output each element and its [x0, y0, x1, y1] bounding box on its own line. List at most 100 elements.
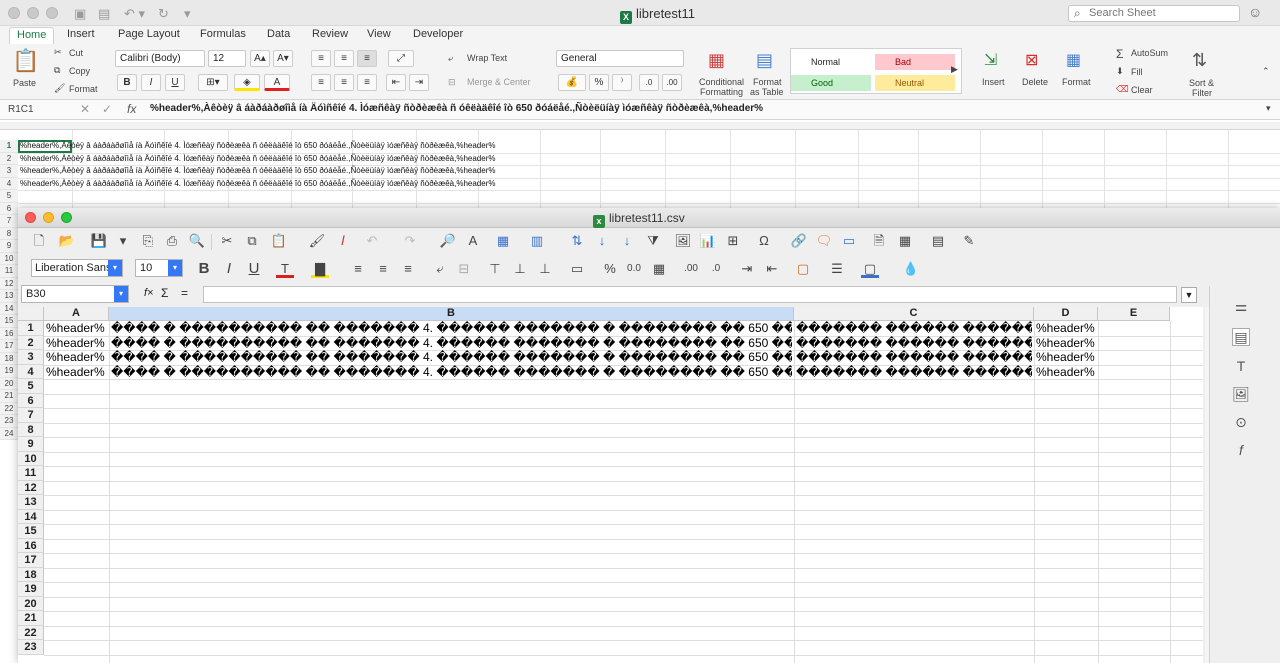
format-painter-icon[interactable]: 🖌	[54, 83, 65, 94]
cut-icon[interactable]: ✂	[218, 232, 236, 250]
sort-ascending-icon[interactable]: ↓	[593, 232, 611, 250]
save-icon[interactable]: ▤	[98, 6, 110, 22]
lo-sheet-grid[interactable]: A B C D E 1 2 3 4 5 6 7 8 9 10 11 12 13 14 15 16 17 18 19 2…	[18, 307, 1203, 663]
font-size-select[interactable]: 10 ▾	[135, 259, 183, 277]
sort-descending-icon[interactable]: ↓	[618, 232, 636, 250]
row-header[interactable]: 18	[0, 352, 18, 365]
row-header[interactable]: 19	[18, 582, 44, 597]
font-color-icon[interactable]: A	[264, 74, 290, 91]
row-header[interactable]: 20	[0, 377, 18, 390]
print-icon[interactable]: ⎙	[163, 232, 181, 250]
function-wizard-icon[interactable]: f×	[144, 287, 153, 299]
column-icon[interactable]: ▥	[528, 232, 546, 250]
tab-view[interactable]: View	[367, 27, 391, 44]
align-left-icon[interactable]: ≡	[311, 74, 331, 91]
format-as-table-icon[interactable]: ▤	[756, 50, 773, 71]
print-preview-icon[interactable]: 🔍	[188, 232, 206, 250]
cell-b[interactable]: ���� � ���������� �� ������� 4. ������ �…	[111, 321, 792, 335]
autosum-button[interactable]: AutoSum	[1131, 48, 1168, 58]
fill-color-icon[interactable]: ◈	[234, 74, 260, 91]
fill-button[interactable]: Fill	[1131, 67, 1143, 77]
borders-icon[interactable]: ⊞▾	[198, 74, 228, 91]
expand-formula-icon[interactable]: ▼	[1181, 287, 1197, 303]
cell-d[interactable]: %header%	[1036, 336, 1098, 350]
merge-icon[interactable]: ⊟	[448, 77, 456, 88]
row-header[interactable]: 17	[0, 340, 18, 353]
bold-icon[interactable]: B	[195, 260, 213, 278]
currency-icon[interactable]: 💰	[558, 74, 586, 91]
cell-a[interactable]: %header%	[46, 365, 108, 379]
name-box[interactable]: B30 ▾	[21, 285, 129, 303]
row-header[interactable]: 19	[0, 365, 18, 378]
column-header-e[interactable]: E	[1098, 307, 1170, 321]
cell-text[interactable]: %header%,Àêòèÿ â áàðáàðøîìå íà Äóìñêîé 4…	[20, 141, 495, 150]
style-neutral[interactable]: Neutral	[875, 75, 955, 91]
delete-cells-icon[interactable]: ⊠	[1025, 50, 1038, 70]
search-input[interactable]: ⌕ Search Sheet	[1068, 5, 1240, 22]
align-left-icon[interactable]: ≡	[349, 260, 367, 278]
sort-filter-label-2[interactable]: Filter	[1192, 88, 1212, 98]
font-size-select[interactable]: 12	[208, 50, 246, 67]
column-header-b[interactable]: B	[109, 307, 794, 321]
row-header[interactable]: 16	[0, 327, 18, 340]
sort-filter-label-1[interactable]: Sort &	[1189, 78, 1214, 88]
zoom-button[interactable]	[46, 7, 58, 19]
clone-format-icon[interactable]: 🖌	[308, 232, 326, 250]
styles-expand-icon[interactable]: ▶	[951, 64, 958, 75]
align-top-icon[interactable]: ≡	[311, 50, 331, 67]
row-header[interactable]: 4	[0, 177, 18, 190]
align-bottom-icon[interactable]: ≡	[357, 50, 377, 67]
row-icon[interactable]: ▦	[494, 232, 512, 250]
increase-indent-icon[interactable]: ⇥	[409, 74, 429, 91]
lo-zoom-button[interactable]	[61, 212, 72, 223]
date-format-icon[interactable]: ▦	[650, 260, 668, 278]
decrease-indent-icon[interactable]: ⇤	[763, 260, 781, 278]
wrap-text-icon[interactable]: ⤶	[448, 53, 453, 64]
row-header[interactable]: 23	[18, 640, 44, 655]
save-as-icon[interactable]: ▾	[114, 232, 132, 250]
cancel-icon[interactable]: ✕	[80, 102, 90, 116]
row-header[interactable]: 14	[0, 302, 18, 315]
gallery-icon[interactable]: 🖼	[1232, 386, 1250, 404]
conditional-format-icon[interactable]: 💧	[902, 260, 920, 278]
formula-expand-icon[interactable]: ▾	[1266, 103, 1271, 114]
redo-icon[interactable]: ↷	[401, 232, 419, 250]
add-decimal-icon[interactable]: .00	[682, 260, 700, 278]
special-character-icon[interactable]: Ω	[755, 232, 773, 250]
cell-c[interactable]: ������� ������ �������	[796, 365, 1032, 379]
wrap-text-button[interactable]: Wrap Text	[467, 53, 507, 63]
center-vertically-icon[interactable]: ⊥	[511, 260, 529, 278]
row-header[interactable]: 7	[0, 215, 18, 228]
row-header[interactable]: 15	[0, 315, 18, 328]
merge-cells-icon[interactable]: ⊟	[455, 260, 473, 278]
row-header[interactable]: 22	[0, 402, 18, 415]
cell-d[interactable]: %header%	[1036, 350, 1098, 364]
save-icon[interactable]: 💾	[90, 232, 108, 250]
row-header[interactable]: 8	[18, 422, 44, 437]
row-header[interactable]: 6	[18, 393, 44, 408]
align-top-icon[interactable]: ⊤	[486, 260, 504, 278]
decrease-font-icon[interactable]: A▾	[273, 50, 293, 67]
row-header[interactable]: 16	[18, 538, 44, 553]
row-header[interactable]: 21	[0, 390, 18, 403]
tab-formulas[interactable]: Formulas	[200, 27, 246, 44]
copy-icon[interactable]: ⧉	[54, 65, 60, 76]
cell-a[interactable]: %header%	[46, 350, 108, 364]
row-header[interactable]: 2	[18, 335, 44, 350]
cell-c[interactable]: ������� ������ �������	[796, 350, 1032, 364]
more-icon[interactable]: ▾	[184, 6, 191, 22]
insert-cells-icon[interactable]: ⇲	[984, 50, 997, 70]
row-header[interactable]: 8	[0, 227, 18, 240]
styles-icon[interactable]: T	[1232, 358, 1250, 376]
highlight-icon[interactable]: ▇	[311, 260, 329, 278]
row-header[interactable]: 5	[18, 379, 44, 394]
insert-chart-icon[interactable]: 📊	[699, 232, 717, 250]
conditional-formatting-icon[interactable]: ▦	[708, 50, 725, 71]
style-normal[interactable]: Normal	[791, 54, 871, 70]
underline-icon[interactable]: U	[245, 260, 263, 278]
currency-format-icon[interactable]: ▭	[568, 260, 586, 278]
cell-b[interactable]: ���� � ���������� �� ������� 4. ������ �…	[111, 365, 792, 379]
open-icon[interactable]: 📂	[58, 232, 76, 250]
row-header[interactable]: 22	[18, 625, 44, 640]
format-cells-button[interactable]: Format	[1062, 77, 1091, 87]
